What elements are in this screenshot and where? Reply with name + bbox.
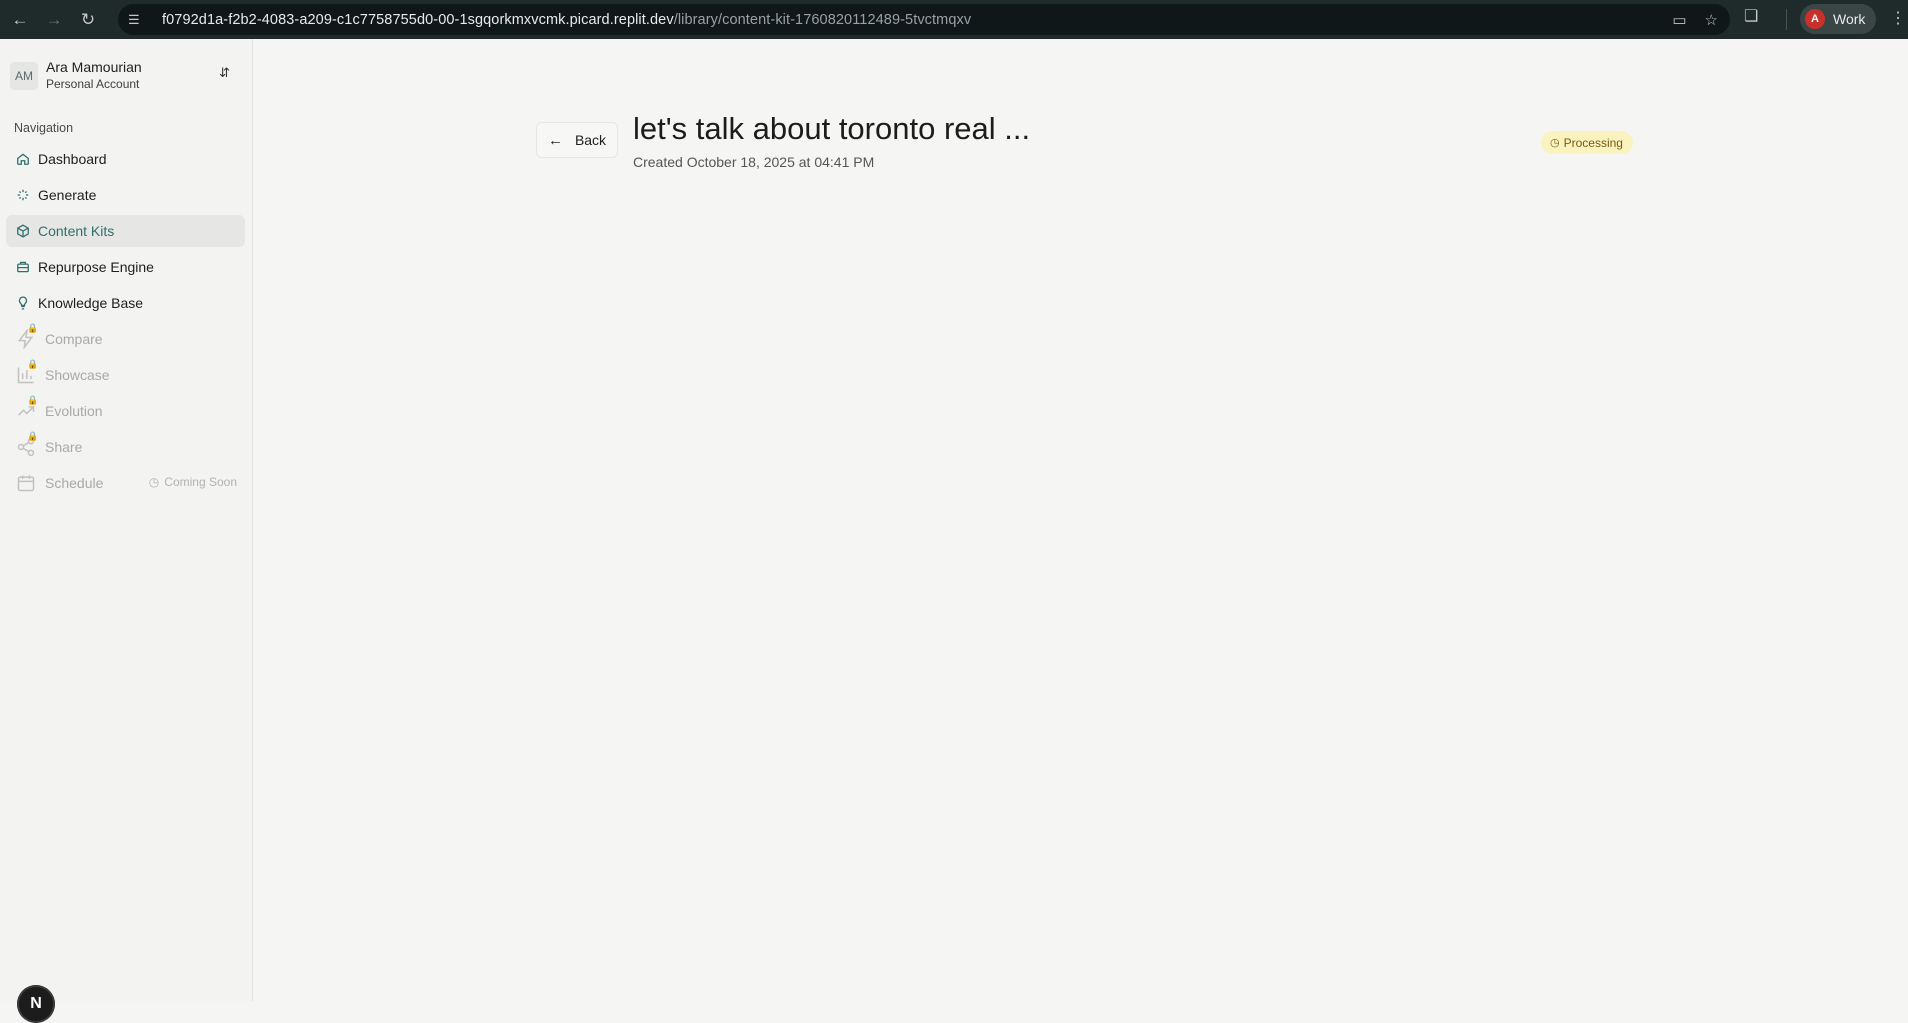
back-button[interactable]: ← Back <box>536 122 618 158</box>
sidebar-item-schedule[interactable]: Schedule ◷ Coming Soon <box>6 467 245 499</box>
browser-toolbar: ← → ↻ ☰ f0792d1a-f2b2-4083-a209-c1c77587… <box>0 0 1908 39</box>
sidebar-item-share[interactable]: 🔒 Share <box>6 431 245 463</box>
home-icon <box>15 152 31 166</box>
sidebar-item-label: Content Kits <box>38 223 115 239</box>
install-app-icon[interactable]: ▭ <box>1672 11 1686 29</box>
sidebar-item-label: Evolution <box>45 403 103 419</box>
site-info-icon[interactable]: ☰ <box>128 12 148 28</box>
profile-button[interactable]: A Work <box>1800 4 1876 34</box>
clock-icon: ◷ <box>148 475 160 489</box>
address-bar[interactable]: ☰ f0792d1a-f2b2-4083-a209-c1c7758755d0-0… <box>118 4 1730 35</box>
sparkles-icon <box>15 188 31 202</box>
sidebar-item-label: Showcase <box>45 367 110 383</box>
url-text: f0792d1a-f2b2-4083-a209-c1c7758755d0-00-… <box>162 11 972 28</box>
profile-label: Work <box>1833 11 1866 27</box>
status-badge: ◷ Processing <box>1541 131 1633 154</box>
sidebar-item-label: Compare <box>45 331 103 347</box>
sidebar-item-knowledge-base[interactable]: Knowledge Base <box>6 287 245 319</box>
back-arrow-icon[interactable]: ← <box>3 3 37 37</box>
sidebar-item-dashboard[interactable]: Dashboard <box>6 143 245 175</box>
box-icon <box>15 224 31 238</box>
main-content: ← Back let's talk about toronto real ...… <box>254 39 1908 1001</box>
bookmark-star-icon[interactable]: ☆ <box>1705 11 1718 29</box>
clock-icon: ◷ <box>1550 137 1560 149</box>
browser-menu-icon[interactable]: ⋮ <box>1890 8 1906 28</box>
sidebar-item-repurpose-engine[interactable]: Repurpose Engine <box>6 251 245 283</box>
reload-icon[interactable]: ↻ <box>71 3 105 37</box>
page-title: let's talk about toronto real ... <box>633 111 1031 146</box>
dev-tools-badge[interactable]: N <box>17 985 55 1023</box>
sidebar-item-label: Knowledge Base <box>38 295 144 311</box>
sidebar-item-evolution[interactable]: 🔒 Evolution <box>6 395 245 427</box>
nav-heading: Navigation <box>14 121 74 135</box>
forward-arrow-icon[interactable]: → <box>37 3 71 37</box>
chevrons-up-down-icon: ⇵ <box>219 65 230 80</box>
account-name: Ara Mamourian <box>46 59 142 75</box>
sidebar-item-label: Share <box>45 439 83 455</box>
sidebar: AM Ara Mamourian Personal Account ⇵ Navi… <box>0 39 253 1023</box>
sidebar-item-showcase[interactable]: 🔒 Showcase <box>6 359 245 391</box>
coming-soon-badge: ◷ Coming Soon <box>148 475 237 489</box>
profile-avatar: A <box>1805 9 1825 29</box>
sidebar-item-label: Dashboard <box>38 151 107 167</box>
lock-icon: 🔒 <box>27 395 39 405</box>
sidebar-item-compare[interactable]: 🔒 Compare <box>6 323 245 355</box>
lock-icon: 🔒 <box>27 431 39 441</box>
nav-list: Dashboard Generate Content Kits Repurpos… <box>6 143 245 503</box>
account-type: Personal Account <box>46 77 140 91</box>
arrow-left-icon: ← <box>547 131 563 149</box>
lock-icon: 🔒 <box>27 323 39 333</box>
extensions-icon[interactable]: ❏ <box>1744 6 1758 26</box>
toolbar-divider <box>1786 9 1787 30</box>
created-timestamp: Created October 18, 2025 at 04:41 PM <box>633 154 875 170</box>
briefcase-icon <box>15 260 31 274</box>
lock-icon: 🔒 <box>27 359 39 369</box>
sidebar-item-label: Generate <box>38 187 97 203</box>
lightbulb-icon <box>15 296 31 310</box>
avatar: AM <box>10 62 38 90</box>
calendar-icon <box>15 473 37 493</box>
sidebar-item-label: Schedule <box>45 475 104 491</box>
account-switcher[interactable]: AM Ara Mamourian Personal Account ⇵ <box>10 53 242 99</box>
sidebar-item-label: Repurpose Engine <box>38 259 154 275</box>
sidebar-item-content-kits[interactable]: Content Kits <box>6 215 245 247</box>
sidebar-item-generate[interactable]: Generate <box>6 179 245 211</box>
